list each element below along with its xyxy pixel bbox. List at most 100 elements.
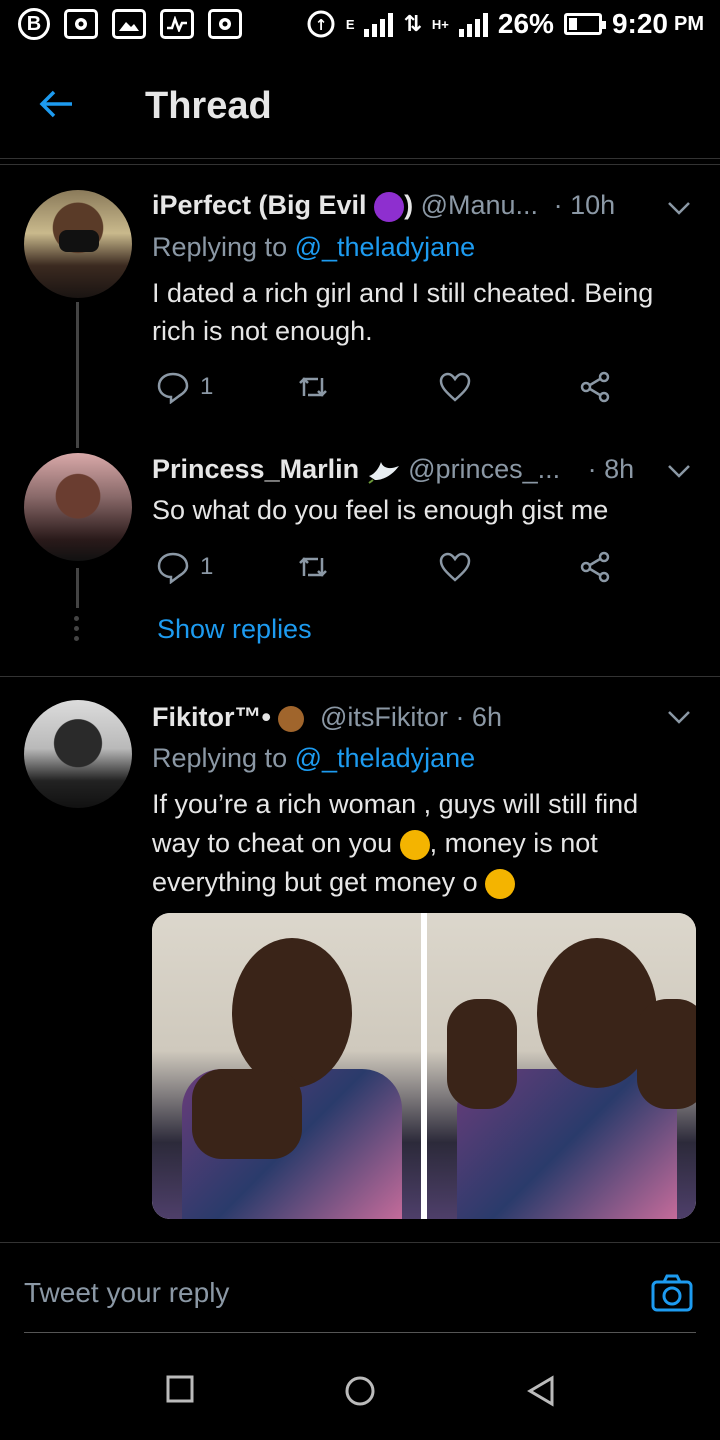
heart-icon bbox=[439, 372, 471, 402]
data-arrows-icon: ⇅ bbox=[403, 11, 422, 36]
svg-text:↑: ↑ bbox=[315, 16, 328, 34]
back-triangle-icon[interactable] bbox=[526, 1375, 556, 1407]
replying-to: Replying to @_theladyjane bbox=[152, 232, 475, 263]
like-button[interactable] bbox=[438, 370, 472, 404]
tweet-header: Princess_Marlin @princes_... · 8h bbox=[152, 454, 634, 485]
back-arrow-icon[interactable] bbox=[36, 83, 78, 125]
tweet-time: · 8h bbox=[587, 454, 635, 484]
user-handle[interactable]: @princes_... bbox=[408, 454, 560, 484]
tweet-text: I dated a rich girl and I still cheated.… bbox=[152, 278, 654, 346]
heart-icon bbox=[439, 552, 471, 582]
thread-header: Thread bbox=[0, 55, 720, 160]
replying-to: Replying to @_theladyjane bbox=[152, 743, 475, 774]
display-name-suffix: ) bbox=[404, 190, 414, 220]
retweet-icon bbox=[299, 557, 327, 577]
signal-type-label: E bbox=[345, 16, 355, 32]
tweet-text-line: way to cheat on you , money is not bbox=[152, 824, 697, 863]
avatar[interactable] bbox=[24, 453, 132, 561]
tweet-text-line: If you’re a rich woman , guys will still… bbox=[152, 789, 639, 819]
thread-line bbox=[76, 568, 79, 608]
thread-line bbox=[76, 302, 79, 448]
home-circle-icon[interactable] bbox=[344, 1375, 376, 1407]
tweet-text: If you’re a rich woman , guys will still… bbox=[152, 785, 697, 902]
notification-icon bbox=[64, 9, 98, 39]
chevron-down-icon[interactable] bbox=[666, 195, 692, 221]
chevron-down-icon[interactable] bbox=[666, 458, 692, 484]
mention-link[interactable]: @_theladyjane bbox=[295, 743, 476, 773]
tweet-text-part: way to cheat on you bbox=[152, 828, 393, 858]
signal-icon-2 bbox=[458, 11, 488, 37]
display-name[interactable]: Princess_Marlin bbox=[152, 454, 359, 484]
replying-prefix: Replying to bbox=[152, 743, 288, 773]
notification-icon bbox=[208, 9, 242, 39]
user-handle[interactable]: @itsFikitor bbox=[320, 702, 448, 732]
gallery-icon bbox=[112, 9, 146, 39]
recents-square-icon[interactable] bbox=[166, 1375, 194, 1403]
bear-emoji-icon bbox=[278, 705, 305, 732]
header-divider bbox=[0, 158, 720, 159]
chevron-down-icon[interactable] bbox=[666, 704, 692, 730]
thread-dots bbox=[74, 616, 80, 646]
retweet-icon bbox=[299, 377, 327, 397]
clock-ampm: PM bbox=[674, 12, 704, 35]
status-right: ↑ E ⇅ H+ 26% 9:20 PM bbox=[306, 8, 704, 40]
reply-button[interactable]: 1 bbox=[156, 550, 213, 584]
tweet-text-part: everything but get money o bbox=[152, 867, 478, 897]
reply-bar: Tweet your reply bbox=[0, 1243, 720, 1333]
tweet-header: Fikitor™• @itsFikitor · 6h bbox=[152, 702, 502, 733]
b-badge-icon: B bbox=[18, 8, 50, 40]
tweet-time: · 6h bbox=[455, 702, 502, 732]
reply-icon bbox=[157, 552, 189, 584]
tweet-divider bbox=[0, 676, 720, 677]
page-title: Thread bbox=[145, 85, 272, 127]
camera-icon[interactable] bbox=[650, 1273, 694, 1313]
face-mask bbox=[59, 230, 99, 252]
share-button[interactable] bbox=[578, 370, 612, 404]
tweet-actions: 1 bbox=[152, 550, 632, 590]
tweet-reply-input[interactable]: Tweet your reply bbox=[24, 1277, 229, 1309]
mention-link[interactable]: @_theladyjane bbox=[295, 232, 476, 262]
network-type-label: H+ bbox=[431, 16, 449, 32]
user-handle[interactable]: @Manu... bbox=[421, 190, 538, 220]
meme-panel-left bbox=[152, 913, 421, 1219]
system-nav-bar bbox=[0, 1345, 720, 1440]
status-bar: B ↑ E ⇅ H+ 26% 9:20 PM bbox=[0, 0, 720, 50]
share-icon bbox=[580, 371, 610, 403]
devil-emoji-icon bbox=[374, 191, 405, 222]
chart-icon bbox=[160, 9, 194, 39]
status-left-icons: B bbox=[18, 8, 242, 40]
laughing-emoji-icon bbox=[485, 868, 516, 899]
display-name[interactable]: Fikitor™ bbox=[152, 702, 262, 732]
reply-count: 1 bbox=[200, 373, 214, 400]
tweet-actions: 1 bbox=[152, 370, 632, 410]
battery-icon bbox=[563, 13, 606, 35]
tweet-time: · 10h bbox=[553, 190, 616, 220]
tweet-text-part: , money is not bbox=[429, 828, 598, 858]
reply-icon bbox=[157, 372, 189, 404]
tweet-text: So what do you feel is enough gist me bbox=[152, 495, 609, 525]
reply-input-underline bbox=[24, 1332, 696, 1333]
reply-count: 1 bbox=[200, 553, 214, 580]
clock-time: 9:20 bbox=[611, 8, 668, 39]
reply-button[interactable]: 1 bbox=[156, 370, 213, 404]
hotspot-icon: ↑ bbox=[307, 10, 335, 38]
show-replies-link[interactable]: Show replies bbox=[157, 614, 312, 645]
display-name[interactable]: iPerfect (Big Evil bbox=[152, 190, 367, 220]
header-divider-2 bbox=[0, 164, 720, 165]
retweet-button[interactable] bbox=[296, 550, 330, 584]
signal-icon bbox=[364, 11, 394, 37]
avatar[interactable] bbox=[24, 190, 132, 298]
battery-percent: 26% bbox=[497, 8, 554, 39]
laughing-emoji-icon bbox=[399, 829, 430, 860]
name-separator: • bbox=[261, 702, 271, 732]
tweet-header: iPerfect (Big Evil ) @Manu... · 10h bbox=[152, 190, 615, 222]
avatar[interactable] bbox=[24, 700, 132, 808]
share-button[interactable] bbox=[578, 550, 612, 584]
like-button[interactable] bbox=[438, 550, 472, 584]
meme-panel-right bbox=[427, 913, 696, 1219]
replying-prefix: Replying to bbox=[152, 232, 288, 262]
tweet-text-line: everything but get money o bbox=[152, 863, 697, 902]
retweet-button[interactable] bbox=[296, 370, 330, 404]
tweet-media-image[interactable] bbox=[152, 913, 696, 1219]
share-icon bbox=[580, 551, 610, 583]
